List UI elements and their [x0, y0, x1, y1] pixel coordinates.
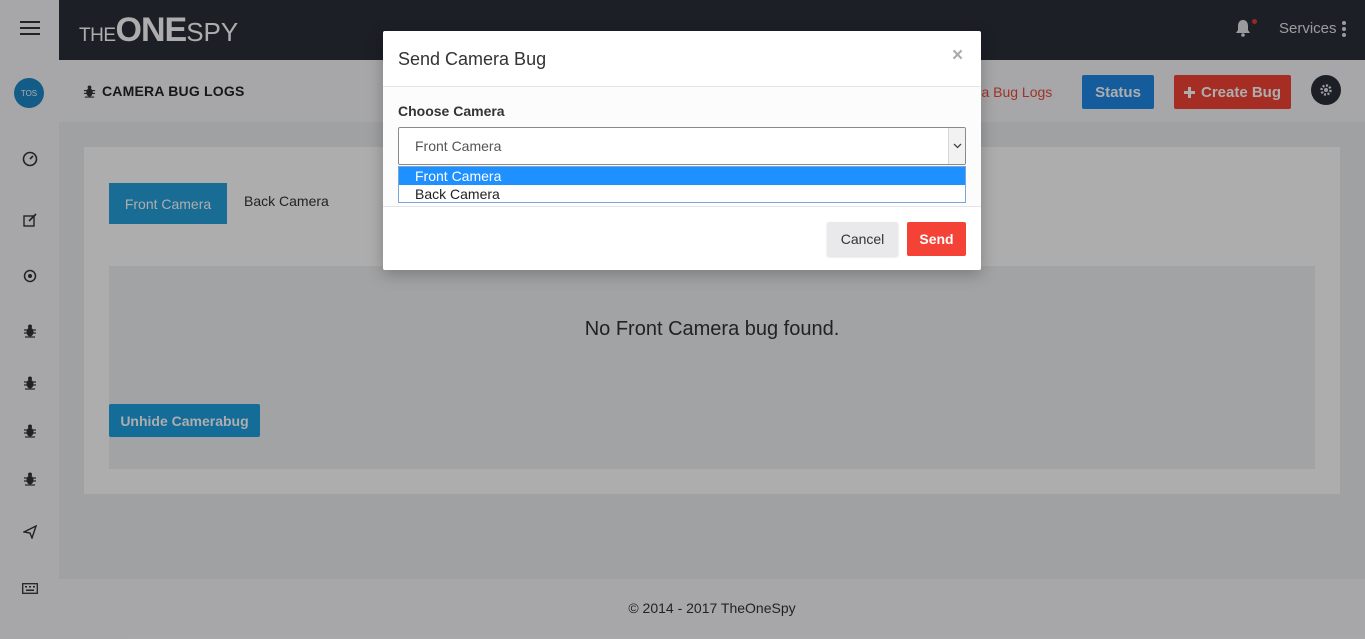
- choose-camera-label: Choose Camera: [398, 103, 505, 119]
- modal-title: Send Camera Bug: [398, 49, 547, 69]
- chevron-down-icon: [948, 128, 965, 164]
- option-front-camera[interactable]: Front Camera: [399, 167, 965, 185]
- camera-select[interactable]: Front Camera: [398, 127, 966, 165]
- camera-select-value: Front Camera: [415, 138, 502, 154]
- cancel-button[interactable]: Cancel: [827, 222, 898, 256]
- modal-body: Choose Camera Front Camera Front Camera …: [383, 87, 981, 206]
- send-button[interactable]: Send: [907, 222, 966, 256]
- modal-header: Send Camera Bug ×: [383, 31, 981, 87]
- option-back-camera[interactable]: Back Camera: [399, 185, 965, 203]
- modal-footer: Cancel Send: [383, 206, 981, 270]
- close-icon[interactable]: ×: [952, 45, 963, 67]
- camera-options-list: Front Camera Back Camera: [398, 166, 966, 203]
- send-camera-bug-modal: Send Camera Bug × Choose Camera Front Ca…: [383, 31, 981, 270]
